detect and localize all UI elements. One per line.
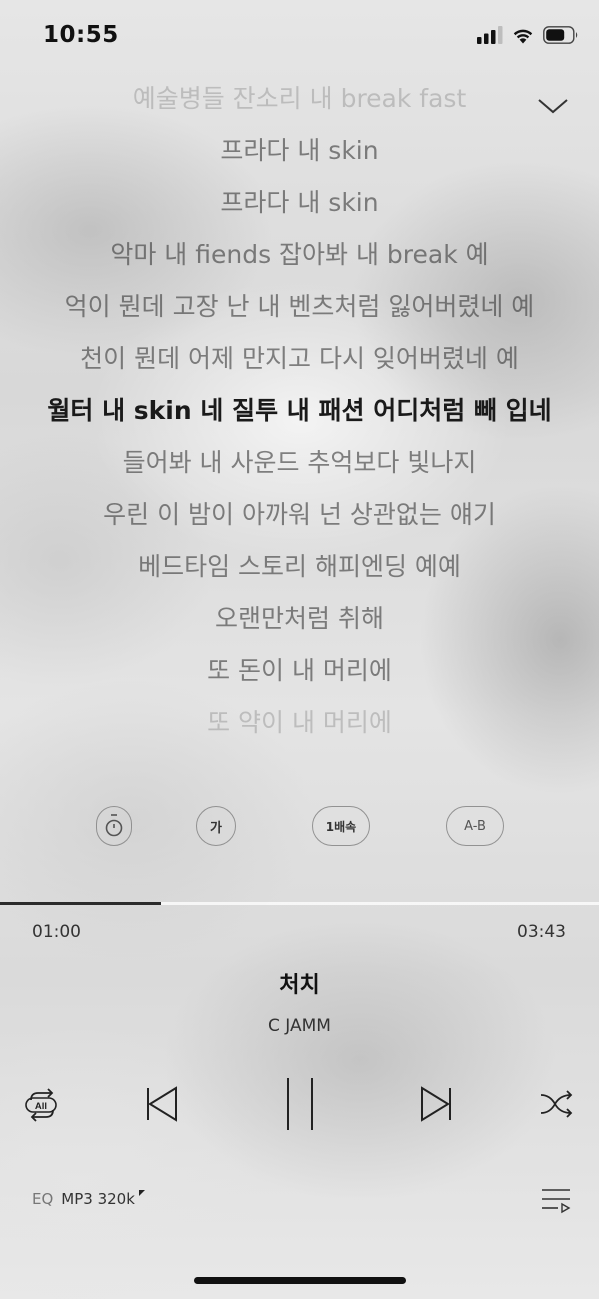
next-icon [421, 1086, 451, 1122]
song-title: 처치 [279, 973, 320, 998]
signal-icon [477, 26, 503, 44]
repeat-all-label: All [35, 1101, 47, 1112]
playlist-icon [542, 1189, 571, 1214]
repeat-button[interactable]: All [22, 1085, 62, 1125]
pause-button[interactable] [280, 1076, 320, 1132]
pause-icon [287, 1078, 313, 1130]
wifi-icon [513, 29, 533, 43]
song-artist[interactable]: C JAMM [0, 1016, 599, 1036]
timer-icon [105, 814, 123, 837]
lyric-line[interactable]: 억이 뭔데 고장 난 내 벤츠처럼 잃어버렸네 예 [0, 284, 599, 336]
quality-selector[interactable]: MP3 320k [61, 1190, 135, 1208]
lyric-line[interactable]: 우린 이 밤이 아까워 넌 상관없는 얘기 [0, 492, 599, 544]
lyric-line[interactable]: 베드타임 스토리 해피엔딩 예예 [0, 544, 599, 596]
battery-icon [543, 26, 578, 44]
lyric-line[interactable]: 프라다 내 skin [0, 128, 599, 180]
audio-settings[interactable]: EQ MP3 320k [32, 1190, 145, 1208]
previous-button[interactable] [140, 1083, 182, 1125]
playlist-button[interactable] [540, 1186, 572, 1216]
shuffle-button[interactable] [537, 1086, 577, 1122]
lyric-line-current[interactable]: 월터 내 skin 네 질투 내 패션 어디처럼 빼 입네 [0, 388, 599, 440]
shuffle-icon [540, 1090, 573, 1118]
repeat-all-icon: All [25, 1088, 57, 1122]
home-indicator[interactable] [194, 1277, 406, 1284]
lyric-line[interactable]: 들어봐 내 사운드 추억보다 빛나지 [0, 440, 599, 492]
elapsed-time: 01:00 [32, 922, 81, 942]
previous-icon [147, 1086, 177, 1122]
quality-caret-icon [138, 1190, 145, 1196]
sleep-timer-button[interactable] [96, 806, 132, 846]
lyric-line[interactable]: 또 약이 내 머리에 [0, 700, 599, 752]
status-icons [477, 26, 579, 44]
lyric-line[interactable]: 또 돈이 내 머리에 [0, 648, 599, 700]
lyrics-panel[interactable]: 예술병들 잔소리 내 break fast 프라다 내 skin 프라다 내 s… [0, 76, 599, 752]
lyric-line[interactable]: 악마 내 fiends 잡아봐 내 break 예 [0, 232, 599, 284]
lyric-line[interactable]: 오랜만처럼 취해 [0, 596, 599, 648]
next-button[interactable] [416, 1083, 458, 1125]
lyric-line[interactable]: 프라다 내 skin [0, 180, 599, 232]
font-size-button[interactable]: 가 [196, 806, 236, 846]
speed-button[interactable]: 1배속 [312, 806, 370, 846]
status-time: 10:55 [43, 22, 119, 48]
ab-repeat-button[interactable]: A-B [446, 806, 504, 846]
lyric-line[interactable]: 천이 뭔데 어제 만지고 다시 잊어버렸네 예 [0, 336, 599, 388]
status-bar: 10:55 [0, 0, 599, 74]
lyric-line[interactable]: 예술병들 잔소리 내 break fast [0, 76, 599, 128]
lyric-options: 가 1배속 A-B [0, 806, 599, 848]
progress-fill [0, 902, 162, 905]
progress-bar[interactable] [0, 902, 599, 905]
eq-button[interactable]: EQ [32, 1190, 53, 1208]
total-time: 03:43 [517, 922, 566, 942]
